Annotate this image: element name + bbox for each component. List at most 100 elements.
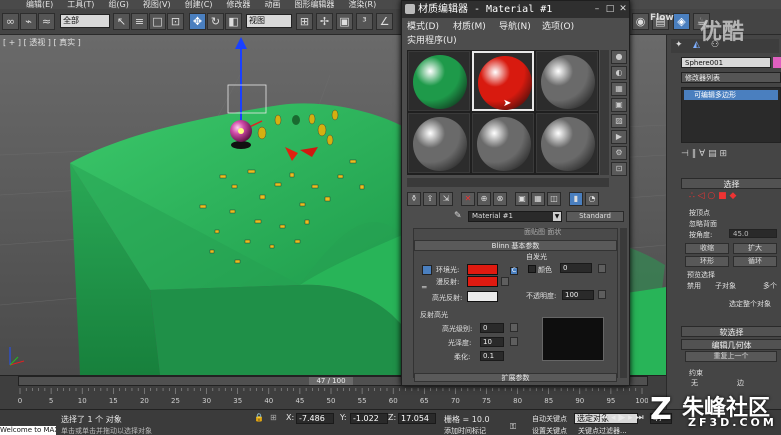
uv-tiling-icon[interactable]: ▣ xyxy=(611,98,627,112)
lock-map-icon[interactable]: C xyxy=(510,267,518,275)
preview-subobject-radio[interactable]: 子对象 xyxy=(715,281,736,291)
sample-slot-3[interactable] xyxy=(536,51,598,111)
object-name-field[interactable]: Sphere001 xyxy=(681,57,771,68)
material-editor-icon[interactable]: ◉ xyxy=(632,13,649,30)
create-tab-icon[interactable]: ✦ xyxy=(675,40,683,50)
slots-scrollbar[interactable] xyxy=(600,50,609,175)
maxscript-listener[interactable]: Welcome to MAXScript. xyxy=(0,426,56,435)
pivot-center-icon[interactable]: ⊞ xyxy=(296,13,313,30)
ref-coord-dropdown[interactable]: 视图 xyxy=(246,14,292,28)
backlight-icon[interactable]: ◐ xyxy=(611,66,627,80)
loop-button[interactable]: 循环 xyxy=(733,256,777,267)
add-time-tag[interactable]: 添加时间标记 xyxy=(444,426,486,435)
modify-tab-icon[interactable]: ◭ xyxy=(693,40,700,50)
set-key-button[interactable]: 设置关键点 xyxy=(532,426,567,435)
sample-slot-1[interactable] xyxy=(408,51,470,111)
eyedropper-icon[interactable]: ✎ xyxy=(454,211,462,221)
chevron-down-icon[interactable]: ▼ xyxy=(553,212,561,221)
select-manipulate-icon[interactable]: ✢ xyxy=(316,13,333,30)
angle-snap-icon[interactable]: ∠ xyxy=(376,13,393,30)
unlink-icon[interactable]: ⌁ xyxy=(20,13,37,30)
background-icon[interactable]: ▦ xyxy=(611,82,627,96)
sample-slot-4[interactable] xyxy=(408,113,470,173)
absolute-mode-icon[interactable]: ⊞ xyxy=(270,413,277,422)
frame-ruler[interactable]: 0 5 10 15 20 25 30 35 40 45 50 55 60 65 70 75 80 85 90 95 10… xyxy=(18,388,648,408)
menu-material[interactable]: 材质(M) xyxy=(453,19,486,32)
modifier-list-dropdown[interactable]: 修改器列表 xyxy=(681,72,781,83)
grow-button[interactable]: 扩大 xyxy=(733,243,777,254)
video-color-icon[interactable]: ▨ xyxy=(611,114,627,128)
y-coord-field[interactable]: -1.022 xyxy=(350,413,388,424)
select-move-icon[interactable]: ✥ xyxy=(189,13,206,30)
select-object-icon[interactable]: ↖ xyxy=(113,13,130,30)
time-slider-thumb[interactable]: 47 / 100 xyxy=(309,377,353,385)
select-scale-icon[interactable]: ◧ xyxy=(225,13,242,30)
preview-disabled-radio[interactable]: 禁用 xyxy=(687,281,701,291)
self-illum-color-checkbox[interactable] xyxy=(528,265,536,273)
params-scrollbar[interactable] xyxy=(620,228,627,378)
close-icon[interactable]: ✕ xyxy=(618,4,628,14)
modifier-stack[interactable]: 可编辑多边形 xyxy=(681,87,781,143)
stack-tools[interactable]: ⊣ ‖ ∀ ▤ ⊞ xyxy=(681,149,781,161)
menu-animation[interactable]: 动画 xyxy=(264,0,280,9)
select-by-material-icon[interactable]: ⊡ xyxy=(611,162,627,176)
z-coord-field[interactable]: 17.054 xyxy=(398,413,436,424)
self-illum-spinner[interactable]: 0 xyxy=(560,263,592,273)
shrink-button[interactable]: 收缩 xyxy=(685,243,729,254)
put-to-scene-icon[interactable]: ⇪ xyxy=(423,192,437,206)
menu-views[interactable]: 视图(V) xyxy=(143,0,171,9)
x-coord-field[interactable]: -7.486 xyxy=(296,413,334,424)
opacity-spinner[interactable]: 100 xyxy=(562,290,594,300)
lock-diffuse-specular-icon[interactable]: ‗ xyxy=(422,279,432,289)
glossiness-spinner[interactable]: 10 xyxy=(480,337,504,347)
render-frame-icon[interactable]: ◈ xyxy=(673,13,690,30)
lock-icon[interactable]: 🔒 xyxy=(254,413,264,422)
menu-navigation[interactable]: 导航(N) xyxy=(499,19,531,32)
slots-h-scrollbar[interactable] xyxy=(407,178,609,187)
diffuse-map-button[interactable] xyxy=(501,277,509,286)
viewport-label[interactable]: [ + ] [ 透视 ] [ 真实 ] xyxy=(3,37,81,48)
sample-slot-6[interactable] xyxy=(536,113,598,173)
constraint-none-radio[interactable]: 无 xyxy=(691,378,698,388)
select-rotate-icon[interactable]: ↻ xyxy=(207,13,224,30)
stack-item-editable-poly[interactable]: 可编辑多边形 xyxy=(684,90,778,100)
specular-swatch[interactable] xyxy=(467,291,498,302)
edit-geometry-header[interactable]: 编辑几何体 xyxy=(681,339,781,350)
ring-button[interactable]: 环形 xyxy=(685,256,729,267)
constraint-edge-radio[interactable]: 边 xyxy=(737,378,744,388)
put-to-library-icon[interactable]: ⊗ xyxy=(493,192,507,206)
material-name-field[interactable]: Material #1 xyxy=(468,211,562,222)
sample-slot-5[interactable] xyxy=(472,113,534,173)
menu-modifiers[interactable]: 修改器 xyxy=(226,0,250,9)
selection-filter-dropdown[interactable]: 全部 xyxy=(60,14,110,28)
selection-rollout-header[interactable]: 选择 xyxy=(681,178,781,189)
menu-graph-editors[interactable]: 图形编辑器 xyxy=(294,0,334,9)
rect-selection-icon[interactable]: □ xyxy=(149,13,166,30)
menu-tools[interactable]: 工具(T) xyxy=(67,0,94,9)
window-crossing-icon[interactable]: ⊡ xyxy=(167,13,184,30)
show-end-result-icon[interactable]: ◫ xyxy=(547,192,561,206)
reset-map-icon[interactable]: ✕ xyxy=(461,192,475,206)
blinn-basic-params-header[interactable]: Blinn 基本参数 xyxy=(414,240,617,251)
link-icon[interactable]: ∞ xyxy=(2,13,19,30)
key-icon[interactable]: ⚿ xyxy=(510,422,516,432)
menu-modes[interactable]: 模式(D) xyxy=(407,19,439,32)
object-color-swatch[interactable] xyxy=(773,57,781,68)
soft-selection-header[interactable]: 软选择 xyxy=(681,326,781,337)
menu-create[interactable]: 创建(C) xyxy=(185,0,213,9)
self-illum-map-button[interactable] xyxy=(598,264,606,273)
playback-controls[interactable]: ⏮ ◂ ▶ ▸ ⏭ xyxy=(600,413,644,423)
key-filters-button[interactable]: 关键点过滤器... xyxy=(578,426,627,435)
options-icon[interactable]: ⚙ xyxy=(611,146,627,160)
assign-to-selection-icon[interactable]: ⇲ xyxy=(439,192,453,206)
spec-level-spinner[interactable]: 0 xyxy=(480,323,504,333)
ambient-swatch[interactable] xyxy=(467,264,498,275)
maximize-icon[interactable]: □ xyxy=(605,4,615,14)
menu-group[interactable]: 组(G) xyxy=(108,0,128,9)
menu-options[interactable]: 选项(O) xyxy=(542,19,574,32)
make-unique-icon[interactable]: ⊕ xyxy=(477,192,491,206)
menu-edit[interactable]: 编辑(E) xyxy=(26,0,53,9)
make-preview-icon[interactable]: ▶ xyxy=(611,130,627,144)
preview-multi-radio[interactable]: 多个 xyxy=(763,281,777,291)
ignore-backfacing-checkbox[interactable]: 忽略背面 xyxy=(689,219,717,229)
